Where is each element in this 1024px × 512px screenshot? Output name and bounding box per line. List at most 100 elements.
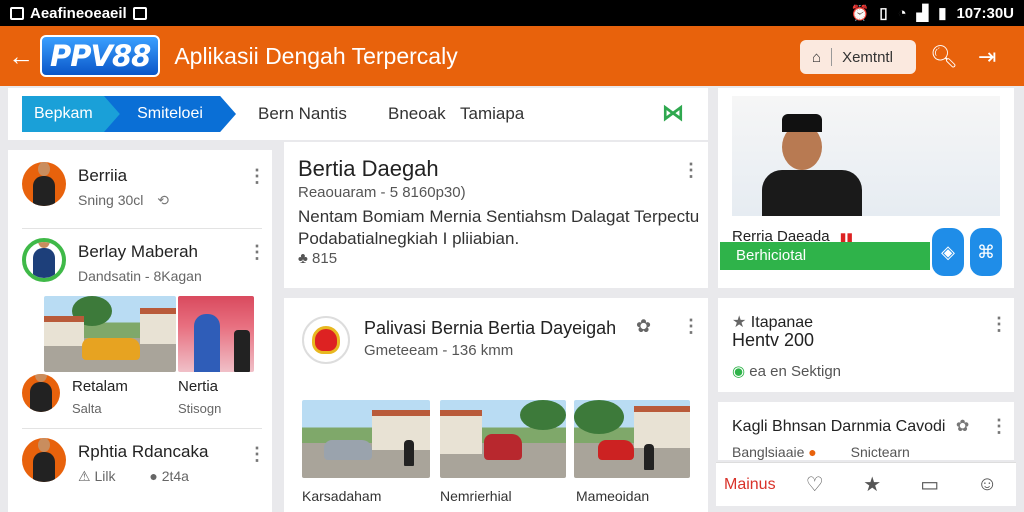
sidebar-item[interactable]: Berriia Sning 30cl ⟲ [22, 162, 169, 209]
button-divider [831, 48, 833, 66]
more-icon[interactable]: ⋮ [248, 242, 266, 263]
image-icon [10, 6, 24, 20]
more-icon[interactable]: ⋮ [990, 416, 1008, 437]
signal-icon: ▟ [916, 5, 929, 22]
profile-icon[interactable]: ☺ [959, 473, 1017, 496]
status-notification-text: Aeafineoeaeil [30, 4, 127, 22]
back-arrow-icon[interactable]: ← [2, 41, 40, 72]
news-title: Kagli Bhnsan Darnmia Cavodi [732, 418, 946, 435]
news-card[interactable]: Kagli Bhnsan Darnmia Cavodi ✿ Banglsiaai… [718, 402, 1014, 460]
link-icon: ⟲ [157, 192, 170, 208]
post-body-line: Nentam Bomiam Mernia Sentiahsm Dalagat T… [298, 207, 700, 226]
photo-caption: Nemrierhial [440, 488, 512, 504]
app-bar: ← PPV88 Aplikasii Dengah Terpercaly ⌂ Xe… [0, 26, 1024, 86]
post-title: Palivasi Bernia Bertia Dayeigah [364, 318, 617, 338]
avatar [22, 374, 60, 412]
post-title: Bertia Daegah [298, 156, 439, 181]
sidebar-item[interactable]: Berlay Maberah Dandsatin - 8Kagan [22, 238, 202, 284]
sidebar-item-title: Retalam [72, 378, 128, 395]
settings-icon: ✿ [955, 418, 970, 435]
profile-photo [732, 96, 1000, 216]
post-card[interactable]: Bertia Daegah Reaouaram - 5 8160p30) Nen… [284, 142, 708, 288]
sidebar-item-title: Berlay Maberah [78, 242, 199, 261]
officer-photo[interactable] [178, 296, 254, 372]
sidebar-item-title: Nertia [178, 378, 219, 395]
tab-bneoak[interactable]: Bneoak [388, 104, 446, 124]
star-icon[interactable]: ★ [844, 472, 902, 497]
more-icon[interactable]: ⋮ [990, 314, 1008, 335]
status-bar: Aeafineoeaeil ⏰ ▯ ◔ ▟ ▮ 107:30U [0, 0, 1024, 26]
tab-bern-nantis[interactable]: Bern Nantis [258, 104, 347, 124]
more-icon[interactable]: ⋮ [248, 166, 266, 187]
street-photo[interactable] [302, 400, 430, 478]
post-meta: Gmeteeam - 136 kmm [364, 342, 514, 359]
notification-icon [132, 6, 147, 20]
bag-icon: ⌂ [812, 48, 822, 66]
stats-card[interactable]: ★ Itapanae Hentv 200 ◉ ea en Sektign ⋮ [718, 298, 1014, 392]
top-action-button[interactable]: ⌂ Xemtntl [800, 40, 916, 74]
profile-card[interactable]: Rerria Daeada ▮▮ Berhiciotal ◈ ⌘ [718, 88, 1014, 288]
post-body-line: Podabatialnegkiah I pliiabian. [298, 229, 520, 248]
exit-icon[interactable]: ⇥ [978, 44, 996, 70]
chat-icon: ● [149, 468, 158, 484]
sidebar-item[interactable]: Retalam Salta [22, 374, 128, 416]
sidebar-item[interactable]: Nertia Stisogn [178, 374, 221, 416]
verified-icon: ✿ [636, 316, 652, 336]
app-logo: PPV88 [40, 35, 161, 77]
tab-tamiapa[interactable]: Tamiapa [460, 104, 524, 124]
warning-icon: ⚠ [78, 468, 91, 484]
photo-caption: Karsadaham [302, 488, 382, 504]
sidebar-item[interactable]: Rphtia Rdancaka ⚠ Lilk ● 2t4a [22, 438, 208, 485]
avatar [22, 162, 66, 206]
sidebar-item-sub-right: 2t4a [161, 468, 189, 484]
more-icon[interactable]: ⋮ [682, 316, 700, 337]
app-title: Aplikasii Dengah Terpercaly [174, 42, 458, 69]
link-icon[interactable]: ⌘ [970, 228, 1002, 276]
sidebar-item-sub: Dandsatin - 8Kagan [78, 268, 202, 284]
wifi-icon: ◔ [897, 4, 907, 22]
divider [22, 228, 262, 229]
nav-item-mainus[interactable]: Mainus [716, 476, 786, 494]
sidebar: Berriia Sning 30cl ⟲ ⋮ Berlay Maberah Da… [8, 150, 272, 512]
more-icon[interactable]: ⋮ [248, 444, 266, 465]
avatar [22, 438, 66, 482]
heart-icon[interactable]: ♣ [298, 250, 308, 267]
tab-bar: Bepkam Smiteloei Bern Nantis Bneoak Tami… [8, 88, 708, 140]
star-outline-icon: ★ [732, 314, 747, 331]
heart-icon[interactable]: ♡ [786, 472, 844, 497]
battery-icon: ▮ [938, 5, 947, 22]
stats-value: Hentv 200 [732, 330, 815, 350]
bottom-nav: Mainus ♡ ★ ▭ ☺ [716, 462, 1016, 506]
post-meta: Reaouaram - 5 8160p30) [298, 184, 466, 201]
share-icon[interactable]: ⋈ [662, 100, 684, 126]
sidebar-item-sub-left: Lilk [94, 468, 116, 484]
post-stat: 815 [312, 250, 338, 267]
sidebar-item-sub: Sning 30cl [78, 192, 144, 208]
status-time: 107:30U [956, 4, 1014, 22]
sidebar-item-title: Rphtia Rdancaka [78, 442, 209, 461]
sidebar-item-title: Berriia [78, 166, 128, 185]
alarm-icon: ⏰ [850, 5, 870, 22]
sidebar-item-sub: Stisogn [178, 401, 222, 416]
stats-title: Itapanae [750, 314, 814, 331]
news-sub-right: Snictearn [850, 444, 910, 460]
more-icon[interactable]: ⋮ [682, 160, 700, 181]
avatar [22, 238, 66, 282]
street-photo[interactable] [44, 296, 176, 372]
photo-caption: Mameoidan [576, 488, 650, 504]
street-photo[interactable] [574, 400, 690, 478]
alert-icon: ● [808, 444, 817, 460]
tab-smiteloei[interactable]: Smiteloei [104, 96, 236, 132]
check-circle-icon: ◉ [732, 363, 746, 380]
stats-link[interactable]: ea en Sektign [749, 363, 841, 380]
search-icon[interactable]: 🔍︎ [930, 44, 958, 70]
news-sub-left: Banglsiaaie [732, 444, 805, 460]
top-action-label: Xemtntl [842, 48, 893, 66]
profile-action-bar[interactable]: Berhiciotal [720, 242, 930, 270]
sidebar-item-sub: Salta [72, 401, 102, 416]
vibrate-icon: ▯ [879, 5, 888, 22]
location-icon[interactable]: ◈ [932, 228, 964, 276]
post-card[interactable]: Palivasi Bernia Bertia Dayeigah ✿ Gmetee… [284, 298, 708, 512]
street-photo[interactable] [440, 400, 566, 478]
folder-icon[interactable]: ▭ [901, 472, 959, 497]
